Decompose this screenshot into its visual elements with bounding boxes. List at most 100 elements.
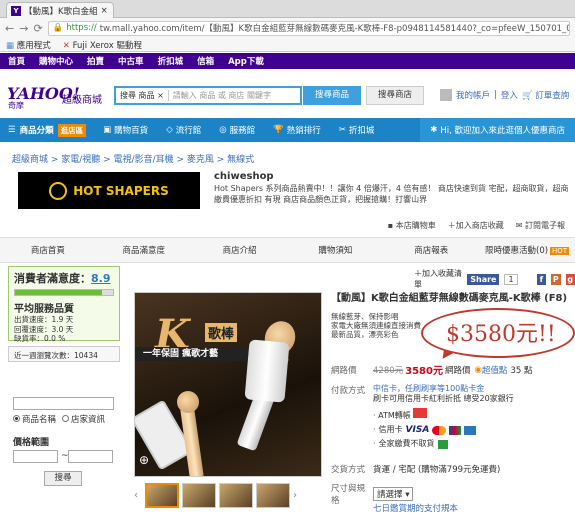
bookmark-apps-label: 應用程式	[16, 40, 51, 51]
product-main-image[interactable]: K 歌棒 一年保固 瘋歌才藝 ⊕	[134, 292, 322, 477]
radio-icon	[62, 415, 70, 422]
bag-icon: ▣	[103, 125, 112, 135]
back-icon[interactable]: ←	[5, 22, 14, 35]
rating-panel: 消費者滿意度：8.9 平均服務品質 出貨速度：1.9 天 回覆速度：3.0 天 …	[8, 266, 120, 343]
tab-title: 【動風】K歌白金組	[24, 6, 98, 17]
cat-link-ranking[interactable]: 🏆 熱銷排行	[264, 124, 330, 136]
category-bar: ☰ 商品分類 逛店區 ▣ 購物百貨 ◇ 流行館 ◎ 服務館 🏆 熱銷排行 ✂ 折扣城 ✱ …	[0, 118, 575, 142]
nav-home[interactable]: 首頁	[8, 55, 25, 67]
thumbnail[interactable]	[219, 483, 253, 508]
opt-store-info[interactable]: 店家資訊	[62, 413, 105, 425]
price-min-input[interactable]	[13, 450, 58, 463]
shop-fav-link[interactable]: ＋加入商店收藏	[448, 220, 504, 234]
feature-line: 最新品質，漂亮彩色	[331, 330, 399, 339]
zoom-icon[interactable]: ⊕	[139, 453, 149, 467]
pay-store-label: 全家繳費不取貨	[378, 439, 435, 448]
hot-shapers-logo-icon	[49, 181, 68, 200]
nav-mall[interactable]: 購物中心	[39, 55, 73, 67]
store-search-input[interactable]	[13, 397, 114, 410]
nav-mail[interactable]: 信箱	[197, 55, 214, 67]
login-link[interactable]: 登入	[501, 89, 518, 101]
order-query-link[interactable]: 🛒 訂單查詢	[522, 89, 569, 101]
service-icon: ◎	[219, 125, 227, 135]
jcb-icon	[449, 425, 462, 435]
search-box[interactable]: 搜尋 商品 × 請輸入 商品 或 商店 關鍵字	[114, 86, 302, 105]
cat-link-discount[interactable]: ✂ 折扣城	[330, 124, 384, 136]
browser-tab[interactable]: Y 【動風】K歌白金組 ×	[6, 2, 114, 18]
shop-name[interactable]: chiweshop	[214, 171, 274, 182]
bookmark-fuji[interactable]: ✕ Fuji Xerox 驅動程	[63, 39, 142, 51]
shop-nav-home[interactable]: 商店首頁	[0, 244, 96, 256]
address-bar[interactable]: 🔒 https://tw.mall.yahoo.com/item/【動風】K歌白…	[47, 20, 570, 36]
account-area: 我的帳戶 | 登入	[440, 89, 518, 101]
facebook-icon[interactable]: f	[536, 273, 547, 285]
add-favorite-link[interactable]: ＋加入收藏清單	[414, 268, 462, 290]
shop-nav-intro[interactable]: 商店介紹	[192, 244, 288, 256]
spec-select[interactable]: 請選擇 ▾	[373, 487, 414, 501]
search-input[interactable]: 請輸入 商品 或 商店 關鍵字	[169, 90, 271, 101]
opt-product-name[interactable]: 商品名稱	[13, 413, 56, 425]
nav-usedcar[interactable]: 中古車	[118, 55, 144, 67]
old-price: 4280元	[373, 365, 404, 376]
pay-line2: 刷卡可用信用卡紅利折抵 總受20家銀行	[373, 394, 514, 403]
thumb-prev-icon[interactable]: ‹	[134, 490, 142, 501]
cat-link-fashion[interactable]: ◇ 流行館	[157, 124, 210, 136]
search-store-button[interactable]: 搜尋商店	[366, 86, 424, 105]
mall-name[interactable]: 超級商城	[62, 91, 102, 106]
shop-newsletter-link[interactable]: ✉ 訂閱電子報	[516, 220, 565, 234]
breadcrumb[interactable]: 超級商城 > 家電/視聽 > 電視/影音/耳機 > 麥克風 > 無線式	[12, 152, 254, 165]
bookmark-apps[interactable]: ▦ 應用程式	[6, 39, 51, 51]
trophy-icon: 🏆	[273, 125, 284, 135]
address-toolbar: ← → ⟳ 🔒 https://tw.mall.yahoo.com/item/【…	[0, 18, 575, 38]
shop-banner[interactable]: HOT SHAPERS	[18, 172, 200, 209]
pay-label: 付款方式	[331, 386, 366, 396]
yahoo-top-nav: 首頁 購物中心 拍賣 中古車 折扣城 信箱 App下載	[0, 53, 575, 69]
welcome-notice[interactable]: ✱ Hi, 歡迎加入來此逛個人優惠商店	[420, 118, 575, 142]
ship-value: 貨運 / 宅配 (購物滿799元免運費)	[373, 465, 501, 475]
plurk-icon[interactable]: P	[551, 273, 561, 285]
search-scope[interactable]: 搜尋 商品 ×	[116, 90, 169, 101]
shop-nav-report[interactable]: 商店報表	[383, 244, 479, 256]
mic-head-small	[177, 391, 199, 413]
avg-service-title: 平均服務品質	[14, 304, 74, 315]
mail-icon: ✉	[515, 221, 523, 230]
reload-icon[interactable]: ⟳	[33, 22, 42, 35]
store-search-button[interactable]: 搜尋	[44, 471, 82, 486]
cat-link-dept[interactable]: ▣ 購物百貨	[94, 124, 157, 136]
close-icon[interactable]: ×	[101, 6, 108, 16]
thumbnail[interactable]	[182, 483, 216, 508]
visa-icon: VISA	[405, 425, 430, 435]
opt-product-name-label: 商品名稱	[22, 415, 57, 425]
pay-atm: · ATM轉帳	[373, 408, 514, 421]
account-link[interactable]: 我的帳戶	[456, 89, 490, 101]
search-goods-button[interactable]: 搜尋商品	[303, 86, 361, 105]
nav-app[interactable]: App下載	[228, 55, 264, 67]
product-title: 【動風】K歌白金組藍芽無線數碼麥克風-K歌棒 (F8)	[331, 293, 568, 304]
price-max-input[interactable]	[68, 450, 113, 463]
bottom-text[interactable]: 七日鑑賞期的支付規本	[373, 502, 458, 514]
thumbnail[interactable]	[145, 483, 179, 508]
satisfaction-score[interactable]: 消費者滿意度：8.9	[14, 270, 114, 286]
thumb-next-icon[interactable]: ›	[293, 490, 301, 501]
shop-nav-notice[interactable]: 購物須知	[287, 244, 383, 256]
category-menu[interactable]: ☰ 商品分類 逛店區	[0, 123, 94, 137]
pay-line1[interactable]: 中信卡，任刷刷享等100點卡金	[373, 384, 514, 394]
shop-fav-label: 加入商店收藏	[455, 221, 504, 230]
store-tag[interactable]: 逛店區	[57, 123, 87, 137]
shop-nav-rating[interactable]: 商品滿意度	[96, 244, 192, 256]
price-label: 網路價	[331, 365, 357, 376]
shop-cart-link[interactable]: ▪ 本店購物車	[388, 220, 436, 234]
pay-card-label: 信用卡	[378, 425, 403, 434]
thumbnail[interactable]	[256, 483, 290, 508]
facebook-share-button[interactable]: Share	[467, 273, 500, 285]
satisfaction-value: 8.9	[91, 272, 111, 285]
cat-link-service[interactable]: ◎ 服務館	[210, 124, 264, 136]
nav-auction[interactable]: 拍賣	[87, 55, 104, 67]
nav-discount[interactable]: 折扣城	[158, 55, 184, 67]
points-label[interactable]: 超值點	[482, 364, 508, 376]
google-plus-icon[interactable]: g	[565, 273, 575, 285]
feature-line: 無線藍芽、保持影唱	[331, 312, 399, 321]
annotation-price: $3580元!!	[446, 322, 556, 347]
shop-nav-promo[interactable]: 限時優惠活動(0) HOT	[479, 244, 575, 256]
forward-icon[interactable]: →	[19, 22, 28, 35]
